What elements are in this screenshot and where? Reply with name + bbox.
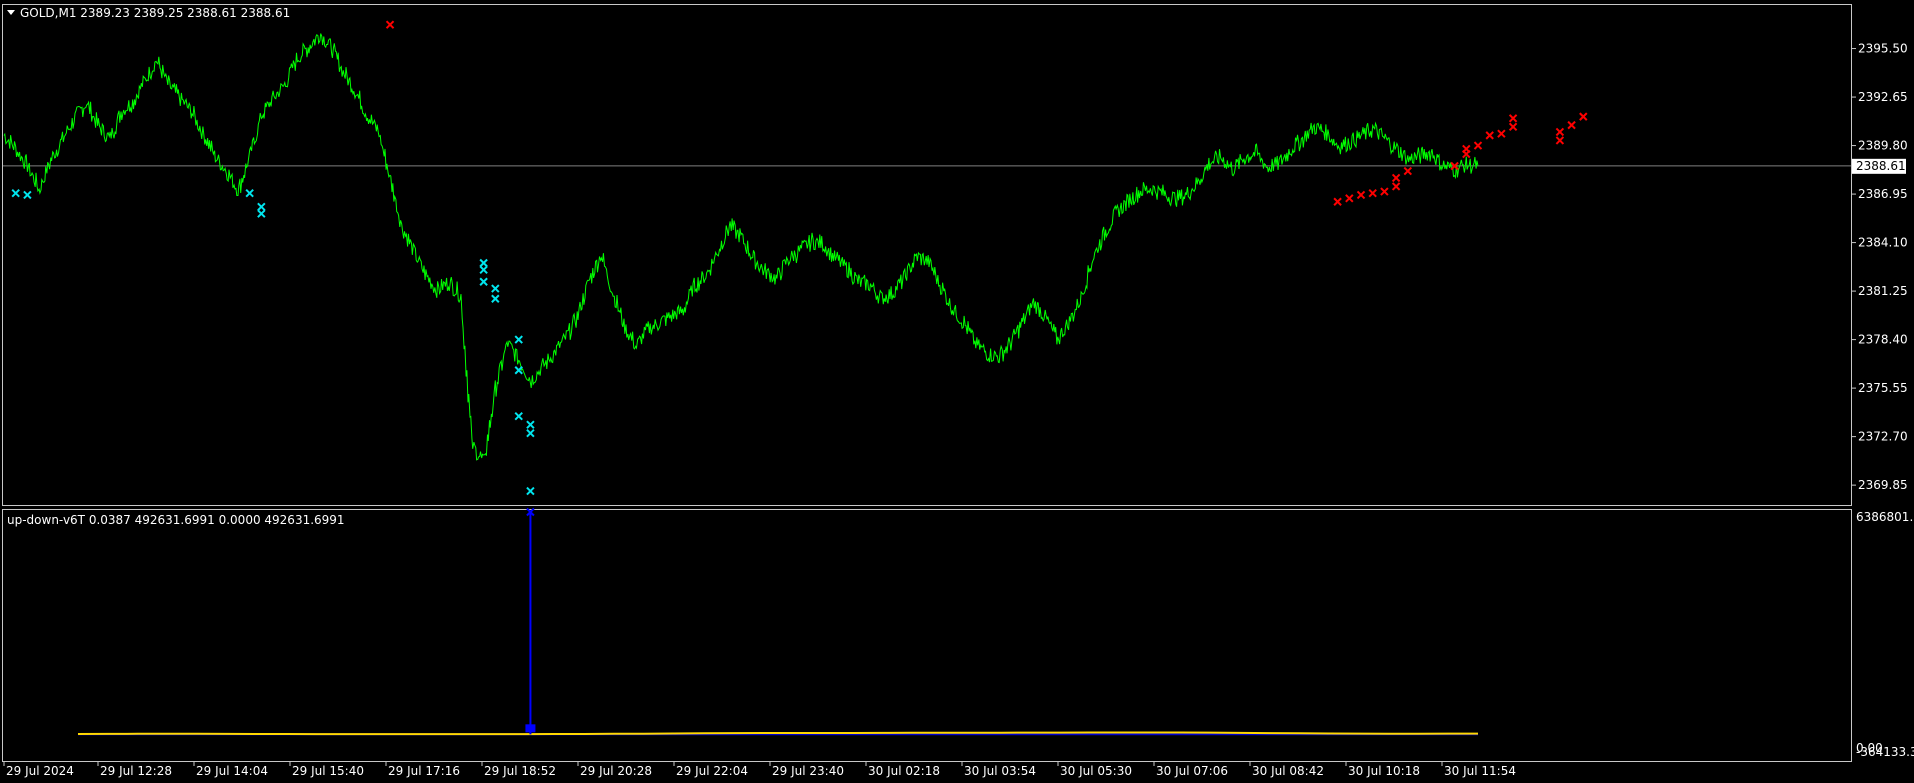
spike-base-marker — [525, 724, 536, 733]
indicator-bottom-label: -364133.39 — [1856, 745, 1914, 759]
time-tick-label: 29 Jul 22:04 — [676, 764, 748, 778]
price-tick-label: 2392.65 — [1858, 90, 1908, 104]
main-pane-frame — [2, 4, 1852, 506]
price-tick-label: 2378.40 — [1858, 333, 1908, 347]
price-tick-label: 2375.55 — [1858, 381, 1908, 395]
price-tick-label: 2372.70 — [1858, 430, 1908, 444]
time-tick-label: 29 Jul 12:28 — [100, 764, 172, 778]
chart-header: GOLD,M1 2389.23 2389.25 2388.61 2388.61 — [20, 6, 290, 20]
time-tick-label: 30 Jul 07:06 — [1156, 764, 1228, 778]
time-tick-label: 30 Jul 11:54 — [1444, 764, 1516, 778]
time-tick-label: 30 Jul 10:18 — [1348, 764, 1420, 778]
time-tick-label: 29 Jul 18:52 — [484, 764, 556, 778]
time-tick-label: 29 Jul 14:04 — [196, 764, 268, 778]
current-price-text: 2388.61 — [1856, 159, 1906, 173]
price-tick-label: 2389.80 — [1858, 139, 1908, 153]
time-axis: 29 Jul 2024 29 Jul 12:28 29 Jul 14:04 29 Ju… — [3, 762, 1516, 778]
time-tick-label: 29 Jul 15:40 — [292, 764, 364, 778]
time-tick-label: 30 Jul 08:42 — [1252, 764, 1324, 778]
indicator-header: up-down-v6T 0.0387 492631.6991 0.0000 49… — [7, 513, 345, 527]
indicator-pane-frame — [2, 509, 1852, 762]
time-tick-label: 29 Jul 17:16 — [388, 764, 460, 778]
time-tick-label: 30 Jul 05:30 — [1060, 764, 1132, 778]
price-axis: 2395.50 2392.65 2389.80 2386.95 2384.10 2381.… — [1851, 42, 1908, 492]
price-tick-label: 2395.50 — [1858, 42, 1908, 56]
price-tick-label: 2381.25 — [1858, 284, 1908, 298]
chart-canvas: 2395.50 2392.65 2389.80 2386.95 2384.10 2381.… — [2, 4, 1914, 778]
price-tick-label: 2384.10 — [1858, 236, 1908, 250]
indicator-top-label: 6386801.2 — [1856, 510, 1914, 524]
time-tick-label: 29 Jul 20:28 — [580, 764, 652, 778]
time-tick-label: 30 Jul 03:54 — [964, 764, 1036, 778]
time-tick-label: 29 Jul 2024 — [6, 764, 74, 778]
time-tick-label: 30 Jul 02:18 — [868, 764, 940, 778]
price-tick-label: 2386.95 — [1858, 187, 1908, 201]
current-price-label: 2388.61 — [1852, 158, 1906, 174]
time-tick-label: 29 Jul 23:40 — [772, 764, 844, 778]
price-tick-label: 2369.85 — [1858, 478, 1908, 492]
